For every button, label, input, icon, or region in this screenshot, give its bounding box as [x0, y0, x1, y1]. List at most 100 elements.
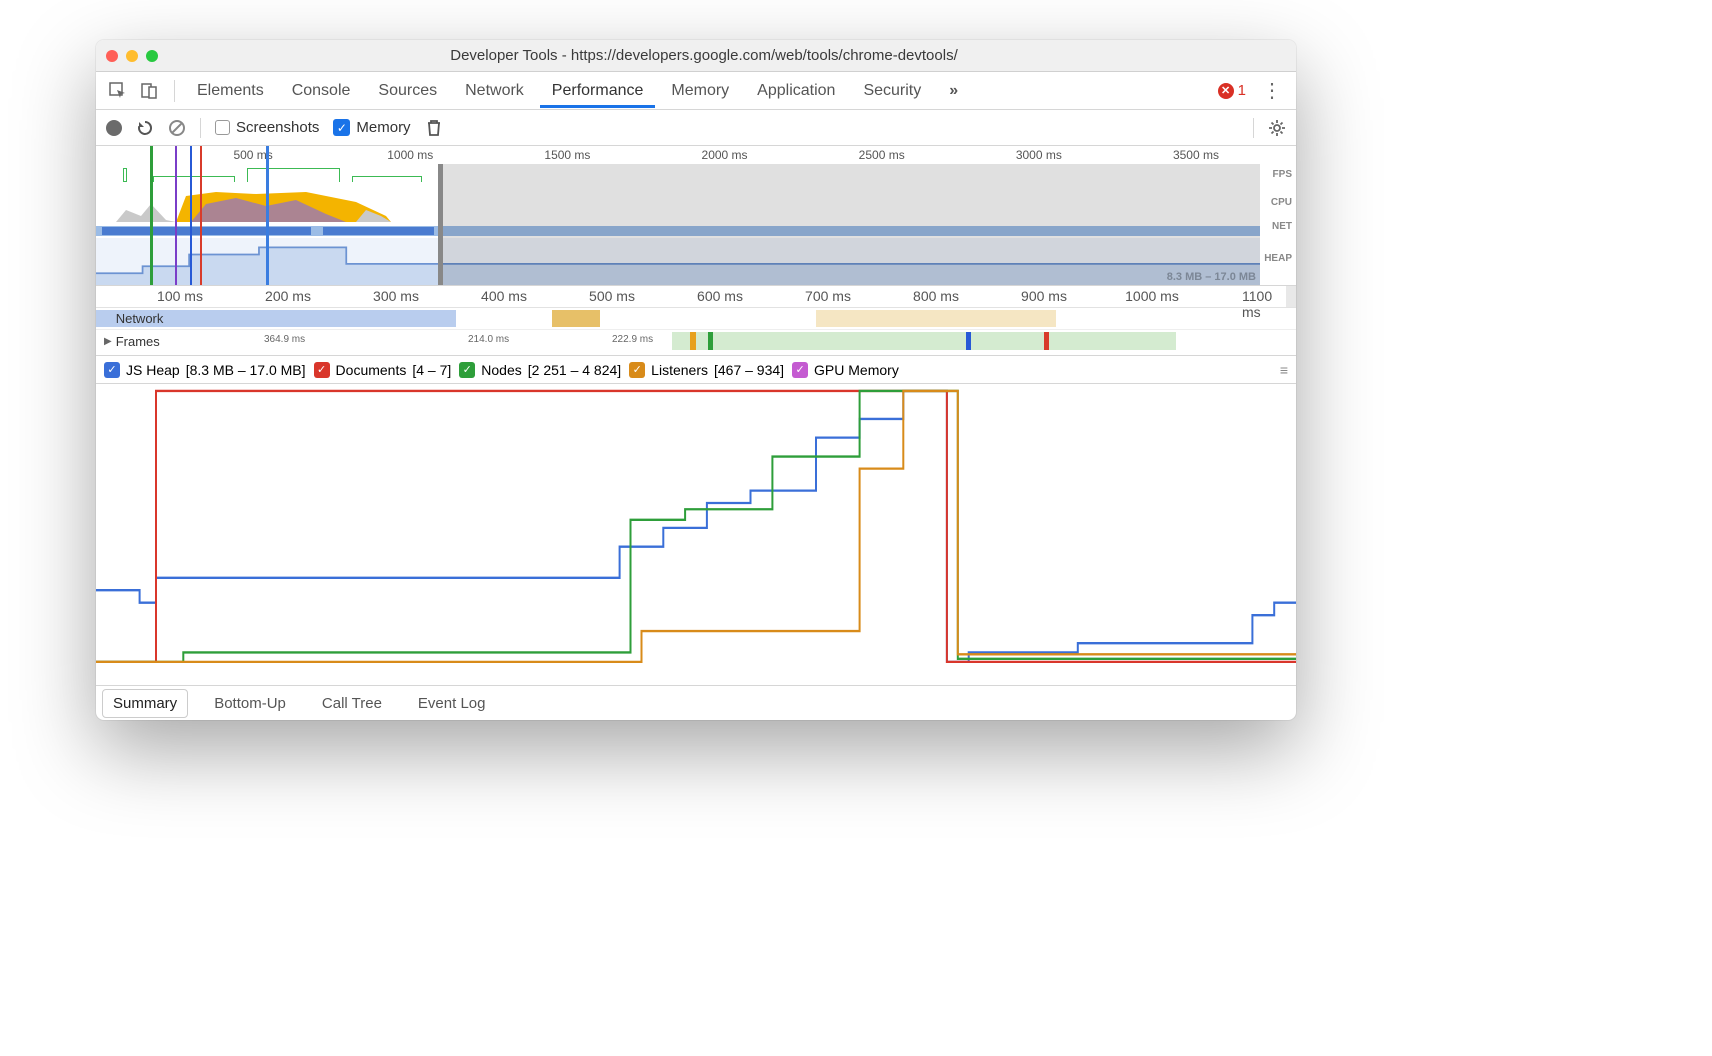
ruler-tick: 500 ms: [589, 288, 635, 304]
ruler-tick: 300 ms: [373, 288, 419, 304]
window-controls: [106, 50, 158, 62]
devtools-tabbar: Elements Console Sources Network Perform…: [96, 72, 1296, 110]
tab-performance[interactable]: Performance: [540, 74, 656, 108]
clear-button[interactable]: [168, 119, 186, 137]
checkbox-on-icon: ✓: [333, 119, 350, 136]
overview-track-labels: FPS CPU NET HEAP: [1260, 146, 1296, 285]
separator: [1253, 118, 1254, 138]
network-row-label: Network: [116, 311, 164, 326]
overview-panel[interactable]: 500 ms 1000 ms 1500 ms 2000 ms 2500 ms 3…: [96, 146, 1296, 286]
overview-marker: [190, 146, 192, 285]
ruler-tick: 1500 ms: [544, 148, 590, 162]
tab-memory[interactable]: Memory: [659, 74, 741, 108]
detail-ruler[interactable]: 100 ms 200 ms 300 ms 400 ms 500 ms 600 m…: [96, 286, 1296, 308]
tab-console[interactable]: Console: [280, 74, 363, 108]
overview-ruler: 500 ms 1000 ms 1500 ms 2000 ms 2500 ms 3…: [96, 146, 1260, 164]
titlebar: Developer Tools - https://developers.goo…: [96, 40, 1296, 72]
frames-row-label: Frames: [116, 334, 160, 349]
screenshots-checkbox[interactable]: Screenshots: [215, 119, 319, 136]
error-count-value: 1: [1238, 82, 1246, 99]
ruler-tick: 600 ms: [697, 288, 743, 304]
inspect-icon[interactable]: [104, 77, 132, 105]
bottom-tabbar: Summary Bottom-Up Call Tree Event Log: [96, 686, 1296, 720]
frames-row[interactable]: ▶ Frames 364.9 ms 214.0 ms 222.9 ms: [96, 330, 1296, 352]
tab-network[interactable]: Network: [453, 74, 536, 108]
window-title: Developer Tools - https://developers.goo…: [178, 47, 1230, 64]
settings-button[interactable]: [1268, 119, 1286, 137]
maximize-icon[interactable]: [146, 50, 158, 62]
memory-legend: ✓ JS Heap [8.3 MB – 17.0 MB] ✓ Documents…: [96, 356, 1296, 384]
bottom-tab-bottom-up[interactable]: Bottom-Up: [204, 690, 296, 717]
legend-jsheap-label: JS Heap: [126, 362, 180, 378]
memory-chart[interactable]: [96, 384, 1296, 686]
overview-marker: [150, 146, 153, 285]
label-heap: HEAP: [1260, 232, 1292, 285]
ruler-tick: 1000 ms: [1125, 288, 1179, 304]
overview-handle-right[interactable]: [438, 164, 443, 285]
overview-main[interactable]: 500 ms 1000 ms 1500 ms 2000 ms 2500 ms 3…: [96, 146, 1260, 285]
ruler-tick: 900 ms: [1021, 288, 1067, 304]
scrollbar-thumb[interactable]: [1286, 286, 1296, 307]
frame-time: 364.9 ms: [264, 334, 305, 345]
legend-listeners-range: [467 – 934]: [714, 362, 784, 378]
minimize-icon[interactable]: [126, 50, 138, 62]
series-documents: [96, 391, 1296, 662]
heap-range-text: 8.3 MB – 17.0 MB: [1167, 271, 1256, 283]
ruler-tick: 3500 ms: [1173, 148, 1219, 162]
overview-unselected: [442, 164, 1260, 285]
network-row[interactable]: ▶ Network: [96, 308, 1296, 330]
separator: [200, 118, 201, 138]
memory-label: Memory: [356, 119, 410, 136]
device-toggle-icon[interactable]: [136, 77, 164, 105]
overview-marker: [266, 146, 269, 285]
close-icon[interactable]: [106, 50, 118, 62]
bottom-tab-call-tree[interactable]: Call Tree: [312, 690, 392, 717]
overview-marker: [175, 146, 177, 285]
legend-documents[interactable]: ✓ Documents [4 – 7]: [314, 362, 452, 378]
ruler-tick: 100 ms: [157, 288, 203, 304]
more-menu-icon[interactable]: ⋮: [1256, 78, 1288, 103]
series-js-heap: [96, 391, 1296, 662]
legend-gpu-label: GPU Memory: [814, 362, 899, 378]
series-listeners: [96, 391, 1296, 662]
label-net: NET: [1260, 220, 1292, 232]
tab-application[interactable]: Application: [745, 74, 847, 108]
legend-listeners[interactable]: ✓ Listeners [467 – 934]: [629, 362, 784, 378]
tab-security[interactable]: Security: [851, 74, 933, 108]
ruler-tick: 2500 ms: [859, 148, 905, 162]
disclosure-triangle-icon[interactable]: ▶: [104, 336, 112, 347]
tab-elements[interactable]: Elements: [185, 74, 276, 108]
legend-jsheap-range: [8.3 MB – 17.0 MB]: [186, 362, 306, 378]
tab-sources[interactable]: Sources: [366, 74, 449, 108]
checkbox-off-icon: [215, 120, 230, 135]
record-button[interactable]: [106, 120, 122, 136]
ruler-tick: 1000 ms: [387, 148, 433, 162]
legend-nodes-label: Nodes: [481, 362, 521, 378]
memory-checkbox[interactable]: ✓ Memory: [333, 119, 410, 136]
legend-jsheap[interactable]: ✓ JS Heap [8.3 MB – 17.0 MB]: [104, 362, 306, 378]
reload-button[interactable]: [136, 119, 154, 137]
ruler-tick: 3000 ms: [1016, 148, 1062, 162]
overview-tracks: 8.3 MB – 17.0 MB: [96, 164, 1260, 285]
bottom-tab-event-log[interactable]: Event Log: [408, 690, 496, 717]
overview-marker: [200, 146, 202, 285]
ruler-tick: 200 ms: [265, 288, 311, 304]
separator: [174, 80, 175, 102]
frame-time: 214.0 ms: [468, 334, 509, 345]
label-fps: FPS: [1260, 164, 1292, 184]
memory-chart-svg: [96, 384, 1296, 685]
ruler-tick: 400 ms: [481, 288, 527, 304]
legend-nodes-range: [2 251 – 4 824]: [528, 362, 621, 378]
tabs-overflow[interactable]: »: [937, 74, 970, 108]
legend-gpu[interactable]: ✓ GPU Memory: [792, 362, 899, 378]
delete-button[interactable]: [425, 119, 443, 137]
checkbox-on-icon: ✓: [792, 362, 808, 378]
series-nodes: [96, 391, 1296, 662]
bottom-tab-summary[interactable]: Summary: [102, 689, 188, 718]
ruler-tick: 700 ms: [805, 288, 851, 304]
legend-nodes[interactable]: ✓ Nodes [2 251 – 4 824]: [459, 362, 621, 378]
devtools-window: Developer Tools - https://developers.goo…: [96, 40, 1296, 720]
legend-menu-icon[interactable]: ≡: [1280, 362, 1288, 378]
label-cpu: CPU: [1260, 184, 1292, 220]
error-count-badge[interactable]: ✕ 1: [1218, 82, 1246, 99]
